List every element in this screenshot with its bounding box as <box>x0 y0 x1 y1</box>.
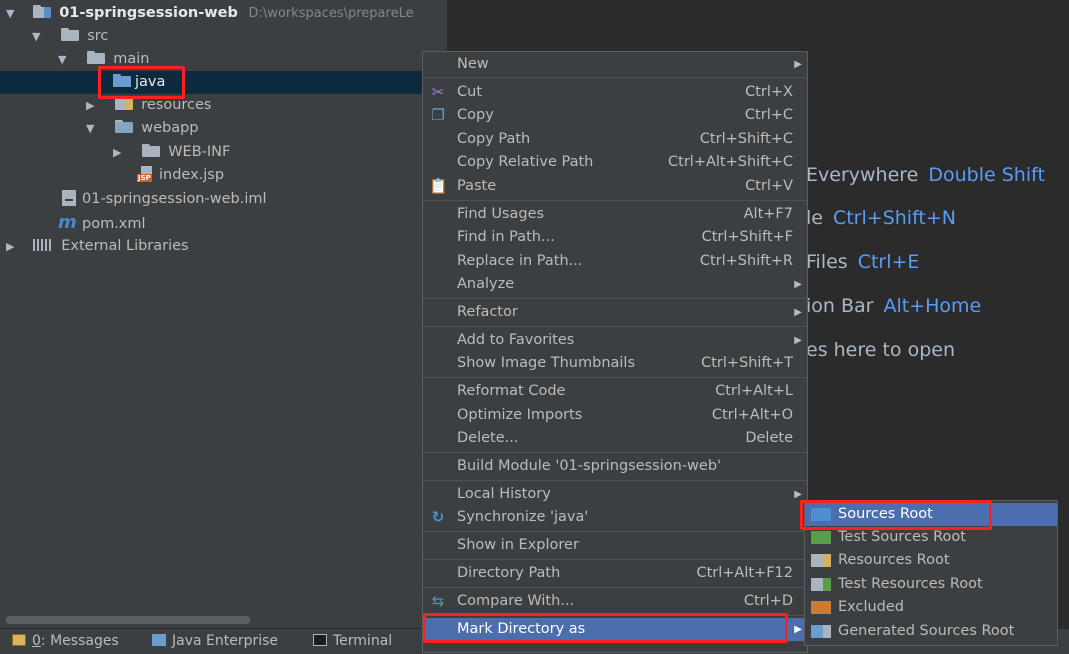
menu-item-optimize-imports[interactable]: Optimize Imports Ctrl+Alt+O <box>423 404 807 427</box>
collapse-arrow-icon[interactable]: ▶ <box>86 94 98 117</box>
generated-sources-folder-icon <box>811 625 831 638</box>
tree-item-label: index.jsp <box>159 167 225 183</box>
tree-item-label: src <box>87 28 109 44</box>
tab-java-enterprise[interactable]: Java Enterprise <box>152 629 278 654</box>
menu-item-add-to-favorites[interactable]: Add to Favorites ▶ <box>423 329 807 352</box>
menu-item-new[interactable]: New ▶ <box>423 53 807 76</box>
hint-recent-files: Files Ctrl+E <box>806 251 920 273</box>
menu-item-refactor[interactable]: Refactor ▶ <box>423 301 807 324</box>
tab-terminal[interactable]: Terminal <box>313 629 392 654</box>
submenu-arrow-icon: ▶ <box>794 59 802 70</box>
submenu-arrow-icon: ▶ <box>794 279 802 290</box>
menu-item-directory-path[interactable]: Directory Path Ctrl+Alt+F12 <box>423 562 807 585</box>
messages-icon <box>12 634 26 646</box>
menu-item-cut[interactable]: ✂ Cut Ctrl+X <box>423 81 807 104</box>
submenu-arrow-icon: ▶ <box>794 624 802 635</box>
submenu-item-resources-root[interactable]: Resources Root <box>805 549 1057 572</box>
compare-icon: ⇆ <box>431 592 445 610</box>
hint-drop-files: es here to open <box>806 339 956 361</box>
paste-icon: 📋 <box>429 177 448 195</box>
menu-item-show-image-thumbnails[interactable]: Show Image Thumbnails Ctrl+Shift+T <box>423 352 807 375</box>
jsp-file-icon: JSP <box>137 166 155 182</box>
menu-item-local-history[interactable]: Local History ▶ <box>423 483 807 506</box>
project-name: 01-springsession-web <box>59 5 238 21</box>
module-folder-icon <box>32 5 51 18</box>
menu-item-analyze[interactable]: Analyze ▶ <box>423 273 807 296</box>
tree-item-label: External Libraries <box>61 238 189 254</box>
tree-item-iml[interactable]: 01-springsession-web.iml <box>62 188 267 211</box>
menu-item-build-module[interactable]: Build Module '01-springsession-web' <box>423 455 807 478</box>
excluded-folder-icon <box>811 601 831 614</box>
scissors-icon: ✂ <box>431 83 445 101</box>
test-resources-folder-icon <box>811 578 831 591</box>
menu-item-copy-relative-path[interactable]: Copy Relative Path Ctrl+Alt+Shift+C <box>423 151 807 174</box>
submenu-item-test-resources-root[interactable]: Test Resources Root <box>805 573 1057 596</box>
tree-item-java[interactable]: java <box>0 71 447 94</box>
tree-item-external-libraries[interactable]: ▶ External Libraries <box>6 235 189 258</box>
tree-item-label: pom.xml <box>82 216 146 232</box>
collapse-arrow-icon[interactable]: ▶ <box>6 235 18 258</box>
menu-item-synchronize[interactable]: ↻ Synchronize 'java' <box>423 506 807 529</box>
folder-icon <box>141 144 160 157</box>
menu-item-delete[interactable]: Delete... Delete <box>423 427 807 450</box>
submenu-item-generated-sources-root[interactable]: Generated Sources Root <box>805 620 1057 643</box>
project-path: D:\workspaces\prepareLe <box>248 6 414 21</box>
menu-item-compare-with[interactable]: ⇆ Compare With... Ctrl+D <box>423 590 807 613</box>
menu-item-copy[interactable]: ❐ Copy Ctrl+C <box>423 104 807 127</box>
maven-icon: m <box>58 212 77 233</box>
tree-item-index-jsp[interactable]: JSP index.jsp <box>137 164 224 187</box>
menu-item-find-in-path[interactable]: Find in Path... Ctrl+Shift+F <box>423 226 807 249</box>
tree-item-webapp[interactable]: ▼ webapp <box>86 117 199 140</box>
menu-item-show-in-explorer[interactable]: Show in Explorer <box>423 534 807 557</box>
hint-go-to-file: le Ctrl+Shift+N <box>806 207 957 229</box>
context-menu: New ▶ ✂ Cut Ctrl+X ❐ Copy Ctrl+C Copy Path Ctr… <box>422 51 808 653</box>
library-icon <box>32 239 53 251</box>
tree-item-label: webapp <box>141 120 199 136</box>
folder-icon <box>86 51 105 64</box>
expand-arrow-icon[interactable]: ▼ <box>32 25 44 48</box>
submenu-arrow-icon: ▶ <box>794 307 802 318</box>
horizontal-scrollbar[interactable] <box>6 616 250 624</box>
menu-item-paste[interactable]: 📋 Paste Ctrl+V <box>423 175 807 198</box>
expand-arrow-icon[interactable]: ▼ <box>6 2 18 25</box>
hint-search-everywhere: Everywhere Double Shift <box>806 164 1045 186</box>
sync-icon: ↻ <box>431 508 445 526</box>
web-folder-icon <box>114 120 133 133</box>
menu-item-find-usages[interactable]: Find Usages Alt+F7 <box>423 203 807 226</box>
submenu-item-excluded[interactable]: Excluded <box>805 596 1057 619</box>
submenu-arrow-icon: ▶ <box>794 335 802 346</box>
tree-item-pom[interactable]: m pom.xml <box>58 211 146 234</box>
tab-messages[interactable]: 0: Messages <box>12 629 119 654</box>
menu-item-copy-path[interactable]: Copy Path Ctrl+Shift+C <box>423 128 807 151</box>
module-file-icon <box>62 190 76 206</box>
project-tool-window: ▼ 01-springsession-web D:\workspaces\pre… <box>0 0 447 628</box>
expand-arrow-icon[interactable]: ▼ <box>86 117 98 140</box>
tree-item-src[interactable]: ▼ src <box>32 25 108 48</box>
tree-root[interactable]: ▼ 01-springsession-web D:\workspaces\pre… <box>6 2 414 25</box>
folder-icon <box>60 28 79 41</box>
menu-item-reformat-code[interactable]: Reformat Code Ctrl+Alt+L <box>423 380 807 403</box>
collapse-arrow-icon[interactable]: ▶ <box>113 141 125 164</box>
hint-navigation-bar: ion Bar Alt+Home <box>806 295 982 317</box>
tree-item-label: 01-springsession-web.iml <box>82 191 267 207</box>
resources-folder-icon <box>811 554 831 567</box>
terminal-icon <box>313 634 327 646</box>
mark-directory-highlight-box <box>423 613 788 643</box>
tree-item-label: main <box>113 51 150 67</box>
tree-item-web-inf[interactable]: ▶ WEB-INF <box>113 141 230 164</box>
expand-arrow-icon[interactable]: ▼ <box>58 48 70 71</box>
tree-item-label: resources <box>141 97 212 113</box>
test-sources-folder-icon <box>811 531 831 544</box>
java-highlight-box <box>98 66 185 99</box>
menu-item-replace-in-path[interactable]: Replace in Path... Ctrl+Shift+R <box>423 250 807 273</box>
java-enterprise-icon <box>152 634 166 646</box>
sources-root-highlight-box <box>800 500 992 530</box>
copy-icon: ❐ <box>431 106 445 124</box>
tree-item-label: WEB-INF <box>168 144 231 160</box>
